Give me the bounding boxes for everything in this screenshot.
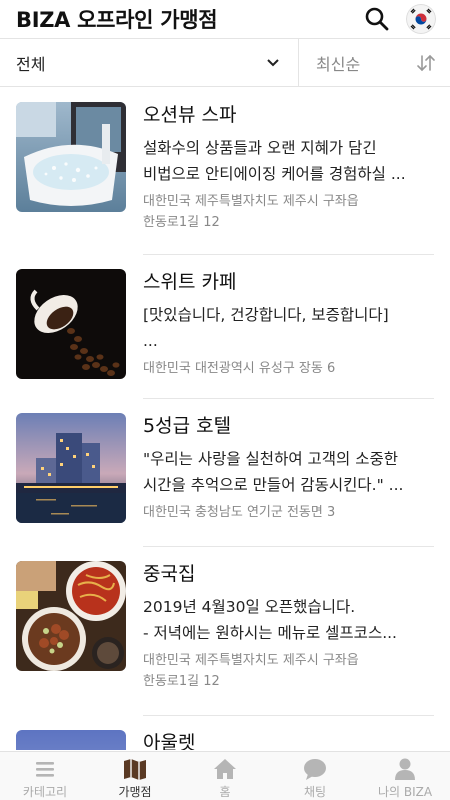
store-address: 대한민국 대전광역시 유성구 장동 6 bbox=[143, 358, 435, 379]
tab-my-biza[interactable]: 나의 BIZA bbox=[360, 752, 450, 800]
category-filter-dropdown[interactable]: 전체 bbox=[0, 39, 299, 86]
map-icon bbox=[124, 759, 146, 780]
store-address-line: 대한민국 제주특별자치도 제주시 구좌읍 bbox=[143, 653, 359, 668]
store-address-line: 대한민국 충청남도 연기군 전동면 3 bbox=[143, 505, 336, 520]
sort-filter-value: 최신순 bbox=[316, 54, 361, 74]
store-list: 오션뷰 스파 설화수의 상품들과 오랜 지혜가 담긴 비법으로 안티에이징 케어… bbox=[0, 88, 450, 750]
store-address: 대한민국 제주특별자치도 제주시 구좌읍 한동로1길 12 bbox=[143, 191, 435, 233]
store-description: 2019년 4월30일 오픈했습니다. - 저녁에는 원하시는 메뉴로 셀프코스… bbox=[143, 594, 435, 646]
category-filter-value: 전체 bbox=[16, 54, 46, 74]
tab-chat[interactable]: 채팅 bbox=[270, 752, 360, 800]
sort-arrows-icon bbox=[417, 54, 435, 71]
store-list-item[interactable]: 중국집 2019년 4월30일 오픈했습니다. - 저녁에는 원하시는 메뉴로 … bbox=[0, 547, 450, 716]
store-list-item[interactable]: 5성급 호텔 "우리는 사랑을 실천하여 고객의 소중한 시간을 추억으로 만들… bbox=[0, 399, 450, 547]
store-description: [맛있습니다, 건강합니다, 보증합니다] ... bbox=[143, 302, 435, 354]
store-description: "우리는 사랑을 실천하여 고객의 소중한 시간을 추억으로 만들어 감동시킨다… bbox=[143, 446, 435, 498]
store-address-line: 한동로1길 12 bbox=[143, 215, 220, 230]
tab-category[interactable]: 카테고리 bbox=[0, 752, 90, 800]
store-address-line: 대한민국 제주특별자치도 제주시 구좌읍 bbox=[143, 194, 359, 209]
store-thumbnail bbox=[16, 413, 126, 523]
bottom-tab-bar: 카테고리 가맹점 홈 채팅 나의 BIZA bbox=[0, 751, 450, 800]
search-icon[interactable] bbox=[364, 6, 390, 32]
app-header: BIZA 오프라인 가맹점 bbox=[0, 0, 450, 38]
store-description-line: 비법으로 안티에이징 케어를 경험하실 ... bbox=[143, 165, 406, 183]
store-name: 아울렛 bbox=[143, 732, 196, 750]
store-list-item[interactable]: 오션뷰 스파 설화수의 상품들과 오랜 지혜가 담긴 비법으로 안티에이징 케어… bbox=[0, 88, 450, 255]
menu-icon bbox=[36, 762, 54, 777]
store-description-line: 설화수의 상품들과 오랜 지혜가 담긴 bbox=[143, 139, 377, 157]
home-icon bbox=[214, 759, 236, 779]
store-name: 5성급 호텔 bbox=[143, 415, 232, 437]
store-name: 중국집 bbox=[143, 563, 196, 585]
store-list-item[interactable]: 스위트 카페 [맛있습니다, 건강합니다, 보증합니다] ... 대한민국 대전… bbox=[0, 255, 450, 399]
store-address: 대한민국 충청남도 연기군 전동면 3 bbox=[143, 502, 435, 523]
store-name: 스위트 카페 bbox=[143, 271, 237, 293]
store-description-line: - 저녁에는 원하시는 메뉴로 셀프코스... bbox=[143, 624, 397, 642]
tab-label: 카테고리 bbox=[22, 785, 68, 799]
store-address-line: 대한민국 대전광역시 유성구 장동 6 bbox=[143, 361, 336, 376]
chevron-down-icon bbox=[267, 58, 279, 66]
store-thumbnail bbox=[16, 730, 126, 750]
tab-home[interactable]: 홈 bbox=[180, 752, 270, 800]
person-icon bbox=[395, 758, 415, 780]
store-description-line: [맛있습니다, 건강합니다, 보증합니다] bbox=[143, 306, 389, 324]
tab-label: 채팅 bbox=[303, 785, 327, 799]
store-description-line: ... bbox=[143, 332, 158, 350]
tab-label: 나의 BIZA bbox=[377, 785, 433, 799]
store-description: 설화수의 상품들과 오랜 지혜가 담긴 비법으로 안티에이징 케어를 경험하실 … bbox=[143, 135, 435, 187]
store-description-line: 2019년 4월30일 오픈했습니다. bbox=[143, 598, 356, 616]
tab-stores[interactable]: 가맹점 bbox=[90, 752, 180, 800]
store-name: 오션뷰 스파 bbox=[143, 104, 237, 126]
filter-bar: 전체 최신순 bbox=[0, 38, 450, 87]
page-title: BIZA 오프라인 가맹점 bbox=[16, 8, 218, 32]
korea-flag-icon[interactable] bbox=[406, 4, 436, 34]
store-address: 대한민국 제주특별자치도 제주시 구좌읍 한동로1길 12 bbox=[143, 650, 435, 692]
store-address-line: 한동로1길 12 bbox=[143, 674, 220, 689]
tab-label: 가맹점 bbox=[118, 785, 152, 799]
store-thumbnail bbox=[16, 102, 126, 212]
store-thumbnail bbox=[16, 561, 126, 671]
store-description-line: 시간을 추억으로 만들어 감동시킨다." ... bbox=[143, 476, 404, 494]
chat-icon bbox=[304, 759, 326, 780]
store-description-line: "우리는 사랑을 실천하여 고객의 소중한 bbox=[143, 450, 398, 468]
tab-label: 홈 bbox=[219, 785, 231, 799]
sort-filter-button[interactable]: 최신순 bbox=[299, 39, 450, 86]
store-thumbnail bbox=[16, 269, 126, 379]
store-list-item[interactable]: 아울렛 bbox=[0, 716, 450, 750]
